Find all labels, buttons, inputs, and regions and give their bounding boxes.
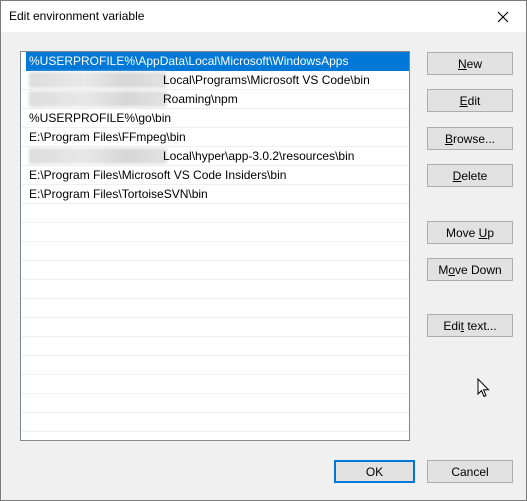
path-listbox[interactable]: %USERPROFILE%\AppData\Local\Microsoft\Wi… — [20, 51, 410, 441]
list-item[interactable]: Local\hyper\app-3.0.2\resources\bin — [21, 147, 409, 166]
empty-list-row — [21, 375, 409, 394]
move-up-button-label: Move Up — [445, 225, 495, 240]
empty-list-row — [21, 394, 409, 413]
move-down-button[interactable]: Move Down — [427, 258, 513, 281]
cancel-button[interactable]: Cancel — [427, 460, 513, 483]
list-item[interactable]: E:\Program Files\FFmpeg\bin — [21, 128, 409, 147]
redacted-path-prefix — [29, 148, 167, 164]
delete-button[interactable]: Delete — [427, 164, 513, 187]
empty-list-row — [21, 413, 409, 432]
list-item-text: E:\Program Files\FFmpeg\bin — [29, 130, 186, 144]
empty-list-row — [21, 204, 409, 223]
close-button[interactable] — [480, 1, 526, 32]
ok-button-label: OK — [365, 464, 384, 479]
mouse-pointer-icon — [477, 378, 490, 398]
dialog-title: Edit environment variable — [9, 9, 145, 23]
list-item-text: Roaming\npm — [163, 92, 238, 106]
close-icon — [497, 11, 509, 22]
empty-list-row — [21, 280, 409, 299]
edit-button[interactable]: Edit — [427, 89, 513, 112]
new-button[interactable]: New — [427, 52, 513, 75]
new-button-label: New — [457, 56, 482, 71]
empty-list-row — [21, 356, 409, 375]
list-item[interactable]: Roaming\npm — [21, 90, 409, 109]
move-down-button-label: Move Down — [438, 262, 502, 277]
empty-list-row — [21, 261, 409, 280]
list-item-text: Local\hyper\app-3.0.2\resources\bin — [163, 149, 355, 163]
empty-list-row — [21, 318, 409, 337]
browse-button[interactable]: Browse... — [427, 127, 513, 150]
list-item[interactable]: %USERPROFILE%\go\bin — [21, 109, 409, 128]
list-item[interactable]: Local\Programs\Microsoft VS Code\bin — [21, 71, 409, 90]
edit-env-variable-dialog: Edit environment variable %USERPROFILE%\… — [0, 0, 527, 501]
list-item[interactable]: %USERPROFILE%\AppData\Local\Microsoft\Wi… — [21, 52, 409, 71]
empty-list-row — [21, 223, 409, 242]
browse-button-label: Browse... — [444, 131, 496, 146]
empty-list-row — [21, 299, 409, 318]
redacted-path-prefix — [29, 91, 167, 107]
list-item-text: Local\Programs\Microsoft VS Code\bin — [163, 73, 370, 87]
delete-button-label: Delete — [452, 168, 488, 183]
empty-list-row — [21, 337, 409, 356]
ok-button[interactable]: OK — [334, 460, 415, 483]
edit-text-button-label: Edit text... — [443, 318, 497, 333]
empty-list-row — [21, 242, 409, 261]
list-item-text: %USERPROFILE%\AppData\Local\Microsoft\Wi… — [29, 54, 349, 68]
title-bar: Edit environment variable — [1, 1, 526, 32]
edit-text-button[interactable]: Edit text... — [427, 314, 513, 337]
list-item[interactable]: E:\Program Files\Microsoft VS Code Insid… — [21, 166, 409, 185]
list-item-text: %USERPROFILE%\go\bin — [29, 111, 172, 125]
list-item-text: E:\Program Files\TortoiseSVN\bin — [29, 187, 208, 201]
move-up-button[interactable]: Move Up — [427, 221, 513, 244]
edit-button-label: Edit — [459, 93, 481, 108]
list-item-text: E:\Program Files\Microsoft VS Code Insid… — [29, 168, 287, 182]
redacted-path-prefix — [29, 72, 167, 88]
list-item[interactable]: E:\Program Files\TortoiseSVN\bin — [21, 185, 409, 204]
cancel-button-label: Cancel — [451, 464, 489, 479]
